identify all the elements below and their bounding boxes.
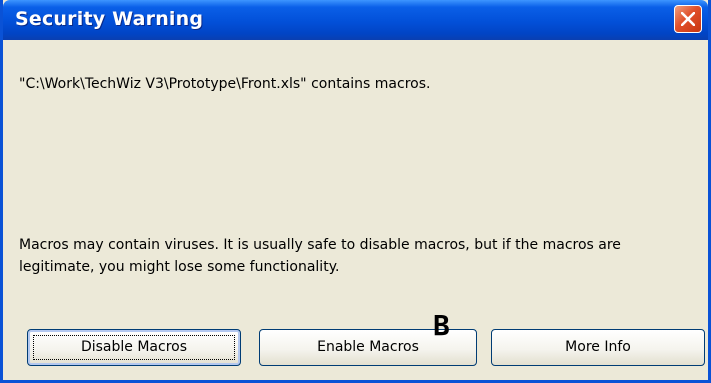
security-warning-dialog: Security Warning "C:\Work\TechWiz V3\Pro… xyxy=(0,0,711,383)
file-macros-message: "C:\Work\TechWiz V3\Prototype\Front.xls"… xyxy=(19,76,431,92)
dialog-title: Security Warning xyxy=(15,8,204,30)
enable-macros-label: Enable Macros xyxy=(317,339,419,355)
disable-macros-label: Disable Macros xyxy=(80,339,188,355)
more-info-button[interactable]: More Info xyxy=(491,329,705,366)
close-button[interactable] xyxy=(674,5,702,33)
close-icon xyxy=(681,12,695,26)
title-bar[interactable]: Security Warning xyxy=(3,0,708,40)
disable-macros-button[interactable]: Disable Macros xyxy=(27,329,241,366)
virus-warning-text: Macros may contain viruses. It is usuall… xyxy=(19,237,621,275)
annotation-marker: B xyxy=(433,309,450,342)
more-info-label: More Info xyxy=(565,339,631,355)
